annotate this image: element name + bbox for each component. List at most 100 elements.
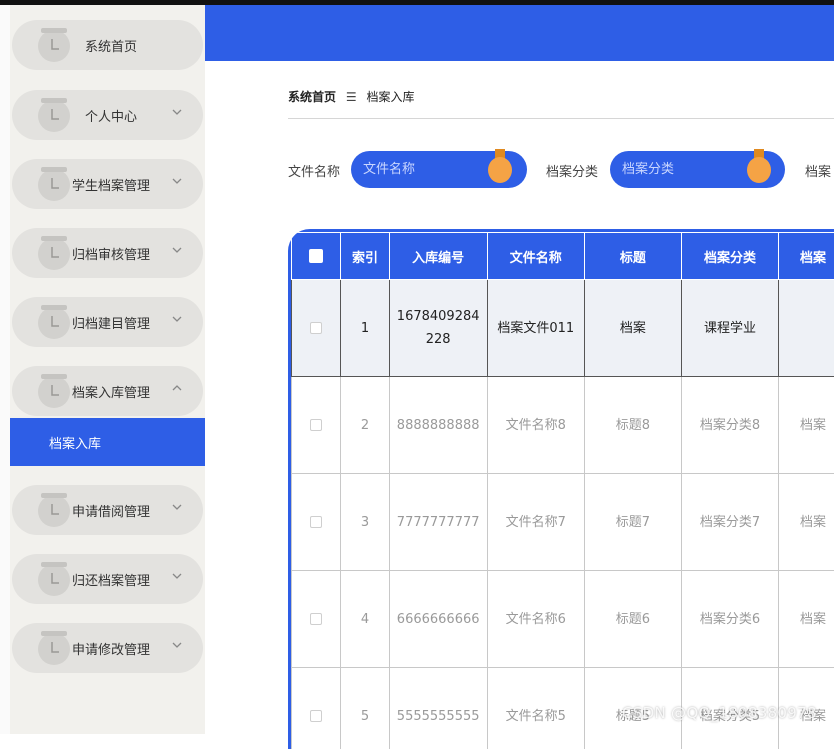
- tag-icon: [37, 631, 71, 665]
- sidebar-item-label: 申请借阅管理: [72, 501, 150, 520]
- chevron-down-icon: [171, 639, 183, 651]
- tag-icon: [37, 167, 71, 201]
- cell-code: 6666666666: [389, 571, 487, 668]
- tag-icon: [37, 305, 71, 339]
- cell-category: 档案分类6: [681, 571, 778, 668]
- row-select-cell[interactable]: [292, 377, 341, 474]
- column-header[interactable]: 文件名称: [487, 233, 584, 280]
- column-header[interactable]: 标题: [584, 233, 681, 280]
- chevron-down-icon: [171, 175, 183, 187]
- tag-icon: [37, 562, 71, 596]
- sidebar-item-archive-catalog[interactable]: 归档建目管理: [12, 297, 203, 347]
- search-label-filename: 文件名称: [288, 161, 340, 180]
- table-row[interactable]: 4 6666666666 文件名称6 标题6 档案分类6 档案: [292, 571, 834, 668]
- cell-index: 3: [341, 474, 389, 571]
- chevron-down-icon: [171, 313, 183, 325]
- cell-name: 文件名称5: [487, 668, 584, 749]
- breadcrumb-separator: ☰: [346, 90, 357, 104]
- tag-icon: [37, 28, 71, 62]
- cell-category: 档案分类8: [681, 377, 778, 474]
- divider: [288, 118, 834, 119]
- table-row[interactable]: 3 7777777777 文件名称7 标题7 档案分类7 档案: [292, 474, 834, 571]
- cell-title: 标题8: [584, 377, 681, 474]
- sidebar-item-label: 归档建目管理: [72, 313, 150, 332]
- cell-title: 标题6: [584, 571, 681, 668]
- sidebar-item-label: 档案入库管理: [72, 382, 150, 401]
- archive-table: 索引 入库编号 文件名称 标题 档案分类 档案 1 1678409284228 …: [291, 232, 834, 749]
- row-checkbox[interactable]: [310, 710, 322, 722]
- sidebar-item-archive-storage[interactable]: 档案入库管理: [12, 366, 203, 416]
- sidebar-item-archive-review[interactable]: 归档审核管理: [12, 228, 203, 278]
- breadcrumb-home[interactable]: 系统首页: [288, 90, 336, 104]
- cell-extra: 档案: [779, 571, 834, 668]
- cell-name: 档案文件011: [487, 280, 584, 377]
- sidebar-subitem-label: 档案入库: [49, 433, 101, 452]
- table-row[interactable]: 2 8888888888 文件名称8 标题8 档案分类8 档案: [292, 377, 834, 474]
- breadcrumb-current: 档案入库: [366, 90, 414, 104]
- medal-icon: [746, 149, 772, 183]
- medal-icon: [487, 149, 513, 183]
- row-checkbox[interactable]: [310, 516, 322, 528]
- cell-index: 1: [341, 280, 389, 377]
- select-all-header[interactable]: [292, 233, 341, 280]
- sidebar-item-home[interactable]: 系统首页: [12, 20, 203, 70]
- column-header[interactable]: 档案: [779, 233, 834, 280]
- cell-extra: 档案: [779, 474, 834, 571]
- tag-icon: [37, 374, 71, 408]
- cell-code: 8888888888: [389, 377, 487, 474]
- category-search-field: [610, 151, 785, 188]
- tag-icon: [37, 98, 71, 132]
- sidebar-item-label: 系统首页: [85, 36, 137, 55]
- column-header[interactable]: 入库编号: [389, 233, 487, 280]
- column-header[interactable]: 档案分类: [681, 233, 778, 280]
- watermark: CSDN @QQ_1808380978: [622, 704, 817, 722]
- cell-code: 5555555555: [389, 668, 487, 749]
- filename-search-field: [351, 151, 527, 188]
- chevron-down-icon: [171, 570, 183, 582]
- row-select-cell[interactable]: [292, 571, 341, 668]
- chevron-down-icon: [171, 244, 183, 256]
- cell-index: 2: [341, 377, 389, 474]
- sidebar: 系统首页 个人中心 学生档案管理 归档审核管理 归档建目管理 档案入库管理 档案…: [10, 5, 205, 734]
- column-header[interactable]: 索引: [341, 233, 389, 280]
- cell-category: 课程学业: [681, 280, 778, 377]
- chevron-down-icon: [171, 501, 183, 513]
- cell-index: 5: [341, 668, 389, 749]
- cell-title: 标题7: [584, 474, 681, 571]
- tag-icon: [37, 493, 71, 527]
- sidebar-item-return-archive[interactable]: 归还档案管理: [12, 554, 203, 604]
- chevron-down-icon: [171, 106, 183, 118]
- search-label-category: 档案分类: [546, 161, 598, 180]
- category-input[interactable]: [622, 159, 732, 179]
- sidebar-edge: [0, 5, 10, 734]
- cell-name: 文件名称7: [487, 474, 584, 571]
- filename-input[interactable]: [363, 159, 473, 179]
- sidebar-item-label: 申请修改管理: [72, 639, 150, 658]
- row-select-cell[interactable]: [292, 280, 341, 377]
- sidebar-item-borrow-request[interactable]: 申请借阅管理: [12, 485, 203, 535]
- cell-title: 档案: [584, 280, 681, 377]
- cell-category: 档案分类7: [681, 474, 778, 571]
- chevron-up-icon: [171, 382, 183, 394]
- table-header-row: 索引 入库编号 文件名称 标题 档案分类 档案: [292, 233, 834, 280]
- select-all-checkbox[interactable]: [309, 249, 323, 263]
- row-checkbox[interactable]: [310, 419, 322, 431]
- sidebar-subitem-archive-storage[interactable]: 档案入库: [10, 418, 205, 466]
- sidebar-item-label: 归还档案管理: [72, 570, 150, 589]
- search-label-archive: 档案: [805, 161, 831, 180]
- cell-code: 7777777777: [389, 474, 487, 571]
- sidebar-item-label: 归档审核管理: [72, 244, 150, 263]
- cell-name: 文件名称8: [487, 377, 584, 474]
- row-select-cell[interactable]: [292, 474, 341, 571]
- sidebar-item-student-archive[interactable]: 学生档案管理: [12, 159, 203, 209]
- table-row[interactable]: 1 1678409284228 档案文件011 档案 课程学业: [292, 280, 834, 377]
- cell-code: 1678409284228: [389, 280, 487, 377]
- row-checkbox[interactable]: [310, 322, 322, 334]
- cell-name: 文件名称6: [487, 571, 584, 668]
- sidebar-item-profile[interactable]: 个人中心: [12, 90, 203, 140]
- sidebar-item-modify-request[interactable]: 申请修改管理: [12, 623, 203, 673]
- top-header: [205, 5, 834, 61]
- row-select-cell[interactable]: [292, 668, 341, 749]
- cell-index: 4: [341, 571, 389, 668]
- row-checkbox[interactable]: [310, 613, 322, 625]
